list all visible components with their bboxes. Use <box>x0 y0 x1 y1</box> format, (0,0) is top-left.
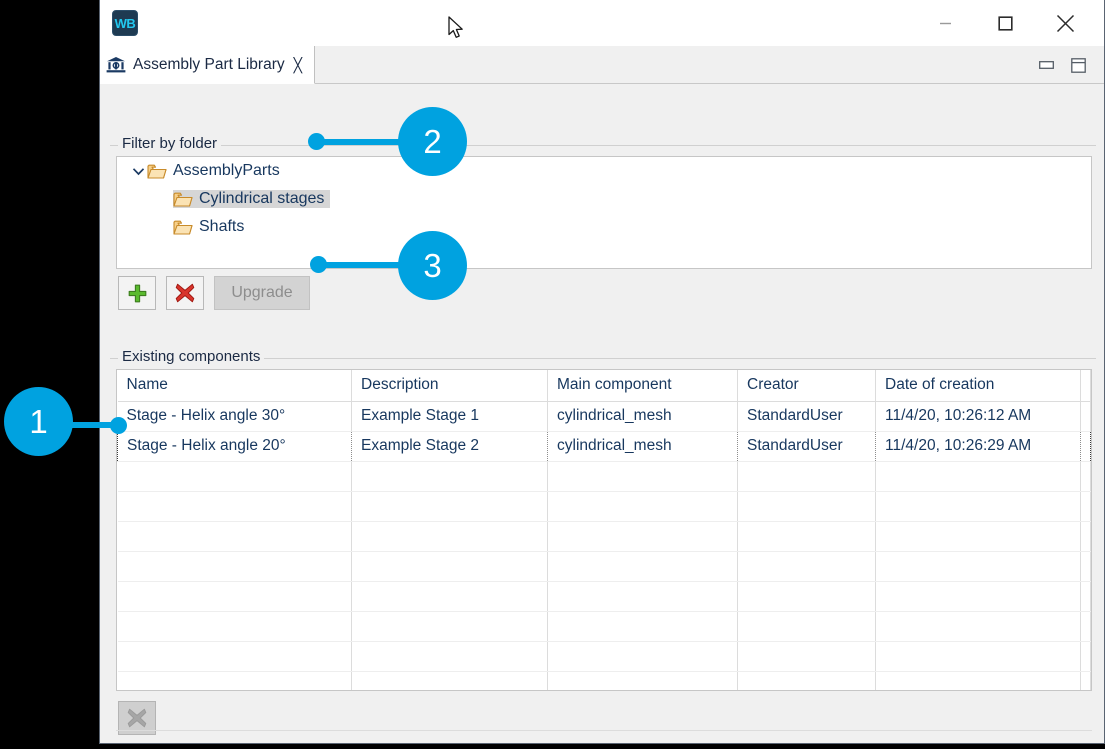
column-header-date[interactable]: Date of creation <box>876 370 1081 401</box>
cell-main-component: cylindrical_mesh <box>548 431 738 461</box>
cell-name: Stage - Helix angle 30° <box>118 401 352 431</box>
maximize-icon <box>998 16 1013 31</box>
filter-by-folder-group: Filter by folder <box>110 136 1096 324</box>
tab-strip: Assembly Part Library ╳ <box>100 46 1104 84</box>
cell-date: 11/4/20, 10:26:12 AM <box>876 401 1081 431</box>
callout-badge-2: 2 <box>398 107 467 176</box>
minimize-icon <box>939 17 952 30</box>
table-row-empty[interactable] <box>118 551 1091 581</box>
plus-icon <box>128 284 147 303</box>
components-table-panel[interactable]: Name Description Main component Creator … <box>116 369 1092 691</box>
folder-open-icon <box>147 163 167 180</box>
callout-3-dot <box>310 256 327 273</box>
cell-description: Example Stage 1 <box>352 401 548 431</box>
screenshot-root: WB <box>0 0 1105 749</box>
table-row-empty[interactable] <box>118 611 1091 641</box>
folder-open-icon <box>173 219 193 236</box>
window-close-button[interactable] <box>1042 0 1088 46</box>
filter-group-title: Filter by folder <box>118 135 221 152</box>
folder-open-icon <box>173 191 193 208</box>
cell-name: Stage - Helix angle 20° <box>118 431 352 461</box>
tab-assembly-part-library[interactable]: Assembly Part Library ╳ <box>100 46 315 84</box>
cell-date: 11/4/20, 10:26:29 AM <box>876 431 1081 461</box>
cell-creator: StandardUser <box>738 401 876 431</box>
table-row-selected[interactable]: Stage - Helix angle 20° Example Stage 2 … <box>118 431 1091 461</box>
cell-spacer <box>1081 431 1091 461</box>
table-row-empty[interactable] <box>118 641 1091 671</box>
column-header-creator[interactable]: Creator <box>738 370 876 401</box>
view-maximize-icon <box>1071 58 1086 73</box>
tree-node-cylindrical-stages[interactable]: Cylindrical stages <box>117 185 1091 213</box>
column-header-name[interactable]: Name <box>118 370 352 401</box>
existing-components-group: Existing components <box>110 349 1096 735</box>
window-maximize-button[interactable] <box>982 0 1028 46</box>
delete-folder-button[interactable] <box>166 276 204 310</box>
chevron-down-icon[interactable] <box>129 167 147 176</box>
table-header-row: Name Description Main component Creator … <box>118 370 1091 401</box>
view-maximize-button[interactable] <box>1070 58 1086 72</box>
window-body: Filter by folder <box>100 84 1104 743</box>
cell-creator: StandardUser <box>738 431 876 461</box>
table-body: Stage - Helix angle 30° Example Stage 1 … <box>118 401 1091 691</box>
cell-spacer <box>1081 401 1091 431</box>
folder-toolbar: Upgrade <box>118 276 310 310</box>
upgrade-button[interactable]: Upgrade <box>214 276 310 310</box>
tree-node-label: AssemblyParts <box>173 162 280 180</box>
tab-close-icon[interactable]: ╳ <box>292 58 304 72</box>
tree-node-selection: Cylindrical stages <box>173 190 330 208</box>
components-table: Name Description Main component Creator … <box>117 370 1091 691</box>
callout-2-dot <box>308 133 325 150</box>
view-minimize-icon <box>1039 61 1054 69</box>
application-window: WB <box>99 0 1105 744</box>
app-logo: WB <box>112 10 138 36</box>
view-minimize-button[interactable] <box>1038 58 1054 72</box>
folder-tree-panel[interactable]: AssemblyParts Cylindrical stages <box>116 156 1092 269</box>
column-header-main-component[interactable]: Main component <box>548 370 738 401</box>
table-row-empty[interactable] <box>118 491 1091 521</box>
group-divider-filter <box>110 145 1096 146</box>
tree-node-label: Cylindrical stages <box>199 190 324 208</box>
column-header-spacer <box>1081 370 1091 401</box>
window-minimize-button[interactable] <box>922 0 968 46</box>
tab-label: Assembly Part Library <box>133 56 285 74</box>
existing-group-title: Existing components <box>118 348 264 365</box>
tree-node-shafts[interactable]: Shafts <box>117 213 1091 241</box>
delete-x-icon <box>127 708 147 728</box>
callout-badge-3: 3 <box>398 231 467 300</box>
column-header-description[interactable]: Description <box>352 370 548 401</box>
bank-building-icon <box>106 56 126 74</box>
cell-description: Example Stage 2 <box>352 431 548 461</box>
table-row-empty[interactable] <box>118 521 1091 551</box>
table-row[interactable]: Stage - Helix angle 30° Example Stage 1 … <box>118 401 1091 431</box>
cell-main-component: cylindrical_mesh <box>548 401 738 431</box>
delete-x-icon <box>175 283 195 303</box>
add-folder-button[interactable] <box>118 276 156 310</box>
close-icon <box>1056 14 1075 33</box>
callout-badge-1: 1 <box>4 387 73 456</box>
title-bar: WB <box>100 0 1104 46</box>
callout-1-dot <box>110 417 127 434</box>
tree-node-label: Shafts <box>199 218 244 236</box>
table-row-empty[interactable] <box>118 461 1091 491</box>
tree-node-assemblyparts[interactable]: AssemblyParts <box>117 157 1091 185</box>
table-row-empty[interactable] <box>118 581 1091 611</box>
status-divider <box>116 730 1092 731</box>
table-row-empty[interactable] <box>118 671 1091 691</box>
